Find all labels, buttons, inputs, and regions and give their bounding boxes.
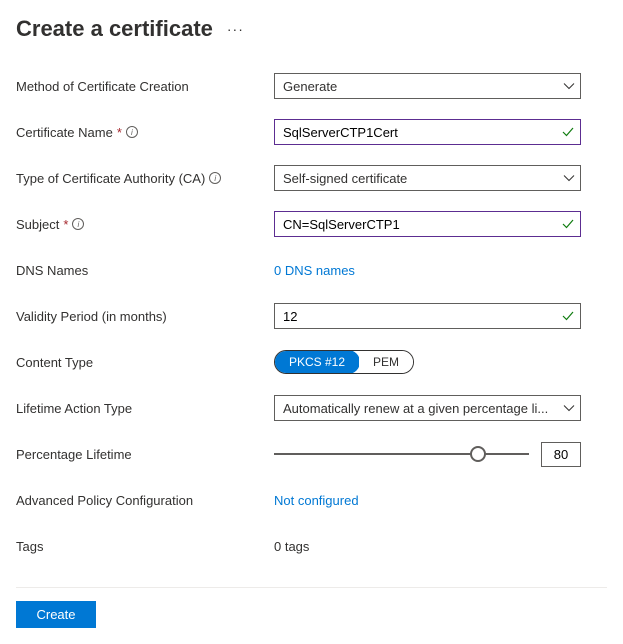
- percentlifetime-label: Percentage Lifetime: [16, 447, 132, 462]
- contenttype-option-pkcs12[interactable]: PKCS #12: [274, 350, 360, 374]
- more-icon[interactable]: ···: [227, 21, 244, 37]
- tags-label: Tags: [16, 539, 43, 554]
- info-icon[interactable]: i: [72, 218, 84, 230]
- certname-input[interactable]: [274, 119, 581, 145]
- validity-input[interactable]: [274, 303, 581, 329]
- required-indicator: *: [63, 217, 68, 232]
- dnsnames-label: DNS Names: [16, 263, 88, 278]
- dnsnames-link[interactable]: 0 DNS names: [274, 263, 355, 278]
- lifetimeaction-select[interactable]: Automatically renew at a given percentag…: [274, 395, 581, 421]
- slider-thumb[interactable]: [470, 446, 486, 462]
- catype-label: Type of Certificate Authority (CA): [16, 171, 205, 186]
- tags-link[interactable]: 0 tags: [274, 539, 309, 554]
- info-icon[interactable]: i: [126, 126, 138, 138]
- page-title: Create a certificate: [16, 16, 213, 42]
- lifetimeaction-label: Lifetime Action Type: [16, 401, 132, 416]
- method-select[interactable]: Generate: [274, 73, 581, 99]
- catype-value: Self-signed certificate: [283, 171, 407, 186]
- certname-label: Certificate Name: [16, 125, 113, 140]
- subject-label: Subject: [16, 217, 59, 232]
- slider-track: [274, 453, 529, 455]
- info-icon[interactable]: i: [209, 172, 221, 184]
- subject-input[interactable]: [274, 211, 581, 237]
- create-button[interactable]: Create: [16, 601, 96, 628]
- contenttype-option-pem[interactable]: PEM: [359, 351, 413, 373]
- percentlifetime-value-input[interactable]: [541, 442, 581, 467]
- advancedpolicy-link[interactable]: Not configured: [274, 493, 359, 508]
- required-indicator: *: [117, 125, 122, 140]
- contenttype-label: Content Type: [16, 355, 93, 370]
- percentlifetime-slider[interactable]: [274, 444, 529, 464]
- lifetimeaction-value: Automatically renew at a given percentag…: [283, 401, 548, 416]
- method-value: Generate: [283, 79, 337, 94]
- method-label: Method of Certificate Creation: [16, 79, 189, 94]
- advancedpolicy-label: Advanced Policy Configuration: [16, 493, 193, 508]
- contenttype-toggle: PKCS #12 PEM: [274, 350, 414, 374]
- validity-label: Validity Period (in months): [16, 309, 167, 324]
- catype-select[interactable]: Self-signed certificate: [274, 165, 581, 191]
